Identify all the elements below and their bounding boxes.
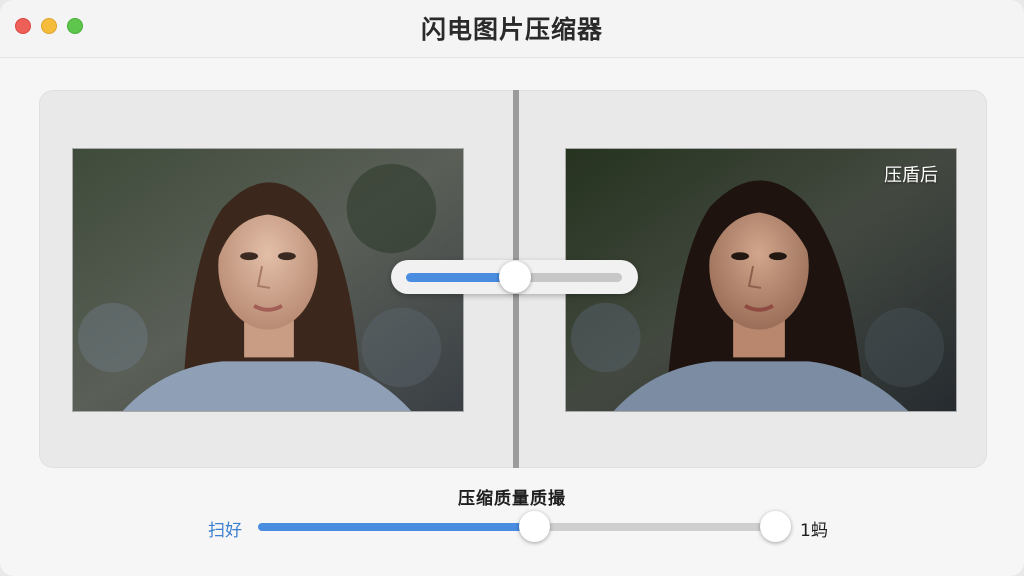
comparison-slider[interactable] [391, 260, 638, 294]
app-window: 闪电图片压缩器 压盾后 压缩质量质撮 扫好 1蚂 [0, 0, 1024, 576]
title-bar: 闪电图片压缩器 [0, 0, 1024, 58]
comparison-slider-thumb[interactable] [499, 261, 531, 293]
window-title: 闪电图片压缩器 [420, 15, 603, 44]
compressed-label: 压盾后 [884, 165, 938, 186]
comparison-slider-track [516, 273, 622, 282]
comparison-panel: 压盾后 [39, 90, 987, 468]
quality-label: 压缩质量质撮 [458, 489, 566, 509]
quality-max-label: 1蚂 [800, 521, 828, 541]
quality-slider-track[interactable] [536, 523, 776, 531]
quality-slider-end-thumb[interactable] [760, 511, 791, 542]
quality-slider-fill[interactable] [258, 523, 536, 531]
quality-slider-thumb[interactable] [519, 511, 550, 542]
quality-min-label: 扫好 [208, 521, 242, 541]
